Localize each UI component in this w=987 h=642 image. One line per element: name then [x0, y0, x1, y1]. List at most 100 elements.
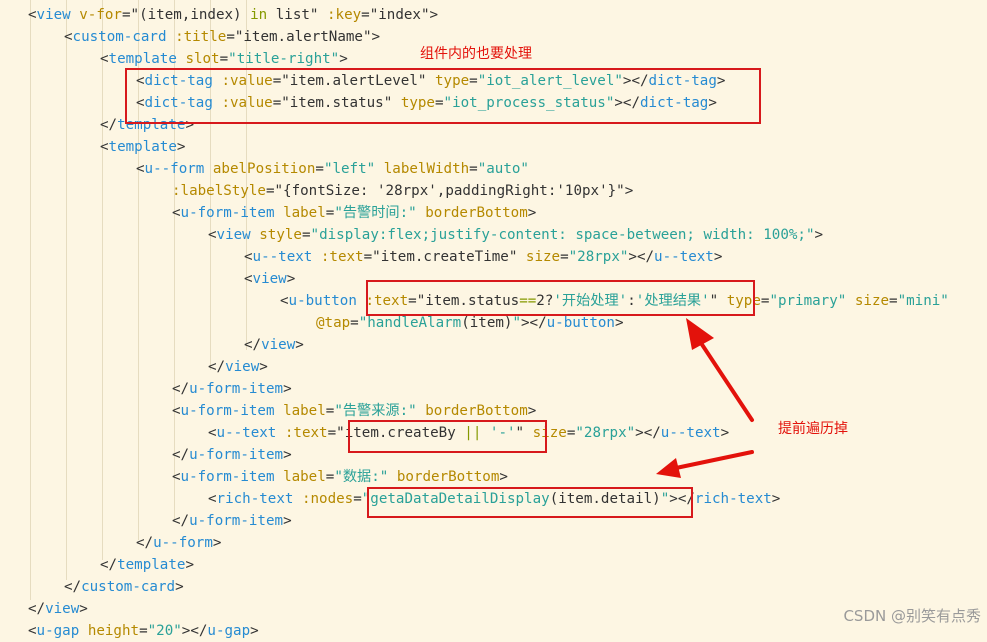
code-line[interactable]: <u-form-item label="告警来源:" borderBottom> [172, 400, 536, 422]
code-token: u-button [546, 315, 615, 331]
code-token: v-for [79, 7, 122, 23]
code-line[interactable]: <u-gap height="20"></u-gap> [28, 620, 259, 642]
code-token: :text [284, 425, 328, 441]
code-token: rich-text [694, 491, 772, 507]
watermark: CSDN @别笑有点秀 [843, 607, 981, 625]
code-line[interactable]: <template slot="title-right"> [100, 48, 348, 70]
code-token: "28rpx" [568, 249, 629, 265]
code-token: ="item.createTime" [363, 249, 526, 265]
code-line[interactable]: </view> [28, 598, 88, 620]
code-token: </ [100, 557, 118, 573]
code-line[interactable]: </view> [208, 356, 268, 378]
code-token: u-form-item [180, 469, 275, 485]
code-token: template [108, 139, 177, 155]
code-token: u-form-item [189, 381, 284, 397]
code-token: > [286, 271, 296, 287]
code-token: labelWidth [383, 161, 470, 177]
code-token: = [350, 315, 359, 331]
code-token: u-gap [36, 623, 80, 639]
highlight-box-dict-tags [125, 68, 761, 124]
code-token: < [100, 139, 109, 155]
code-token: style [259, 227, 302, 243]
arrowhead-left [656, 458, 681, 478]
code-token: "数据:" [334, 469, 389, 485]
code-token: < [64, 29, 73, 45]
code-token: u-button [288, 293, 357, 309]
code-line[interactable]: </u--form> [136, 532, 221, 554]
code-line[interactable]: <view> [244, 268, 295, 290]
code-token: > [259, 359, 268, 375]
code-token: u-form-item [189, 513, 284, 529]
code-line[interactable]: <u-form-item label="告警时间:" borderBottom> [172, 202, 536, 224]
code-line[interactable]: </view> [244, 334, 304, 356]
code-line[interactable]: <view v-for="(item,index) in list" :key=… [28, 4, 438, 26]
code-token: = [315, 161, 324, 177]
code-token: > [527, 205, 537, 221]
code-token: > [499, 469, 508, 485]
code-token: "handleAlarm [358, 315, 462, 331]
code-token: > [283, 381, 292, 397]
code-token: @tap [316, 315, 351, 331]
code-line[interactable]: </u-form-item> [172, 510, 292, 532]
code-editor[interactable]: <view v-for="(item,index) in list" :key=… [0, 0, 987, 639]
code-token: u-form-item [180, 403, 275, 419]
code-token: > [295, 337, 304, 353]
code-line[interactable]: <u--form abelPosition="left" labelWidth=… [136, 158, 529, 180]
code-token: > [713, 249, 723, 265]
code-token: "title-right" [228, 51, 340, 67]
code-token: template [117, 557, 186, 573]
code-token: < [28, 623, 37, 639]
code-line[interactable]: <view style="display:flex;justify-conten… [208, 224, 823, 246]
code-token: "20" [147, 623, 182, 639]
code-token: size [854, 293, 890, 309]
code-token: > [814, 227, 824, 243]
code-line[interactable]: </template> [100, 554, 194, 576]
code-token: </ [64, 579, 82, 595]
code-line[interactable]: <custom-card :title="item.alertName"> [64, 26, 380, 48]
code-token: slot [185, 51, 220, 67]
code-token: " [512, 315, 522, 331]
code-token: </ [172, 513, 190, 529]
code-token: < [244, 271, 253, 287]
highlight-box-rich-text-nodes [367, 487, 693, 518]
code-token: view [216, 227, 251, 243]
code-token: > [283, 447, 292, 463]
code-token: < [172, 403, 181, 419]
arrow-to-button-text [695, 335, 754, 422]
code-token: "mini" [897, 293, 949, 309]
code-token: :title [175, 29, 227, 45]
code-token: > [720, 425, 730, 441]
code-token: label [283, 403, 326, 419]
code-line[interactable]: </u-form-item> [172, 444, 292, 466]
code-line[interactable]: </u-form-item> [172, 378, 292, 400]
code-token: ="index"> [361, 7, 439, 23]
code-line[interactable]: <u--text :text="item.createTime" size="2… [244, 246, 722, 268]
code-line[interactable]: </custom-card> [64, 576, 184, 598]
code-token: "left" [323, 161, 376, 177]
code-token: label [283, 469, 326, 485]
code-token: template [108, 51, 177, 67]
code-token: view [261, 337, 296, 353]
code-line[interactable]: <u-form-item label="数据:" borderBottom> [172, 466, 508, 488]
code-token: u--text [216, 425, 277, 441]
code-line[interactable]: :labelStyle="{fontSize: '28rpx',paddingR… [172, 180, 633, 202]
annotation-traverse-note: 提前遍历掉 [778, 421, 848, 437]
code-token: ></ [628, 249, 655, 265]
code-token: ></ [635, 425, 661, 441]
code-token: :nodes [301, 491, 354, 507]
code-token: "告警来源:" [334, 403, 417, 419]
code-line[interactable]: <template> [100, 136, 185, 158]
code-token: > [175, 579, 184, 595]
code-token: u--form [153, 535, 213, 551]
code-token: u-form-item [180, 205, 275, 221]
code-token: "display:flex;justify-content: space-bet… [310, 227, 815, 243]
code-token: = [219, 51, 229, 67]
arrowhead-up [686, 318, 714, 350]
